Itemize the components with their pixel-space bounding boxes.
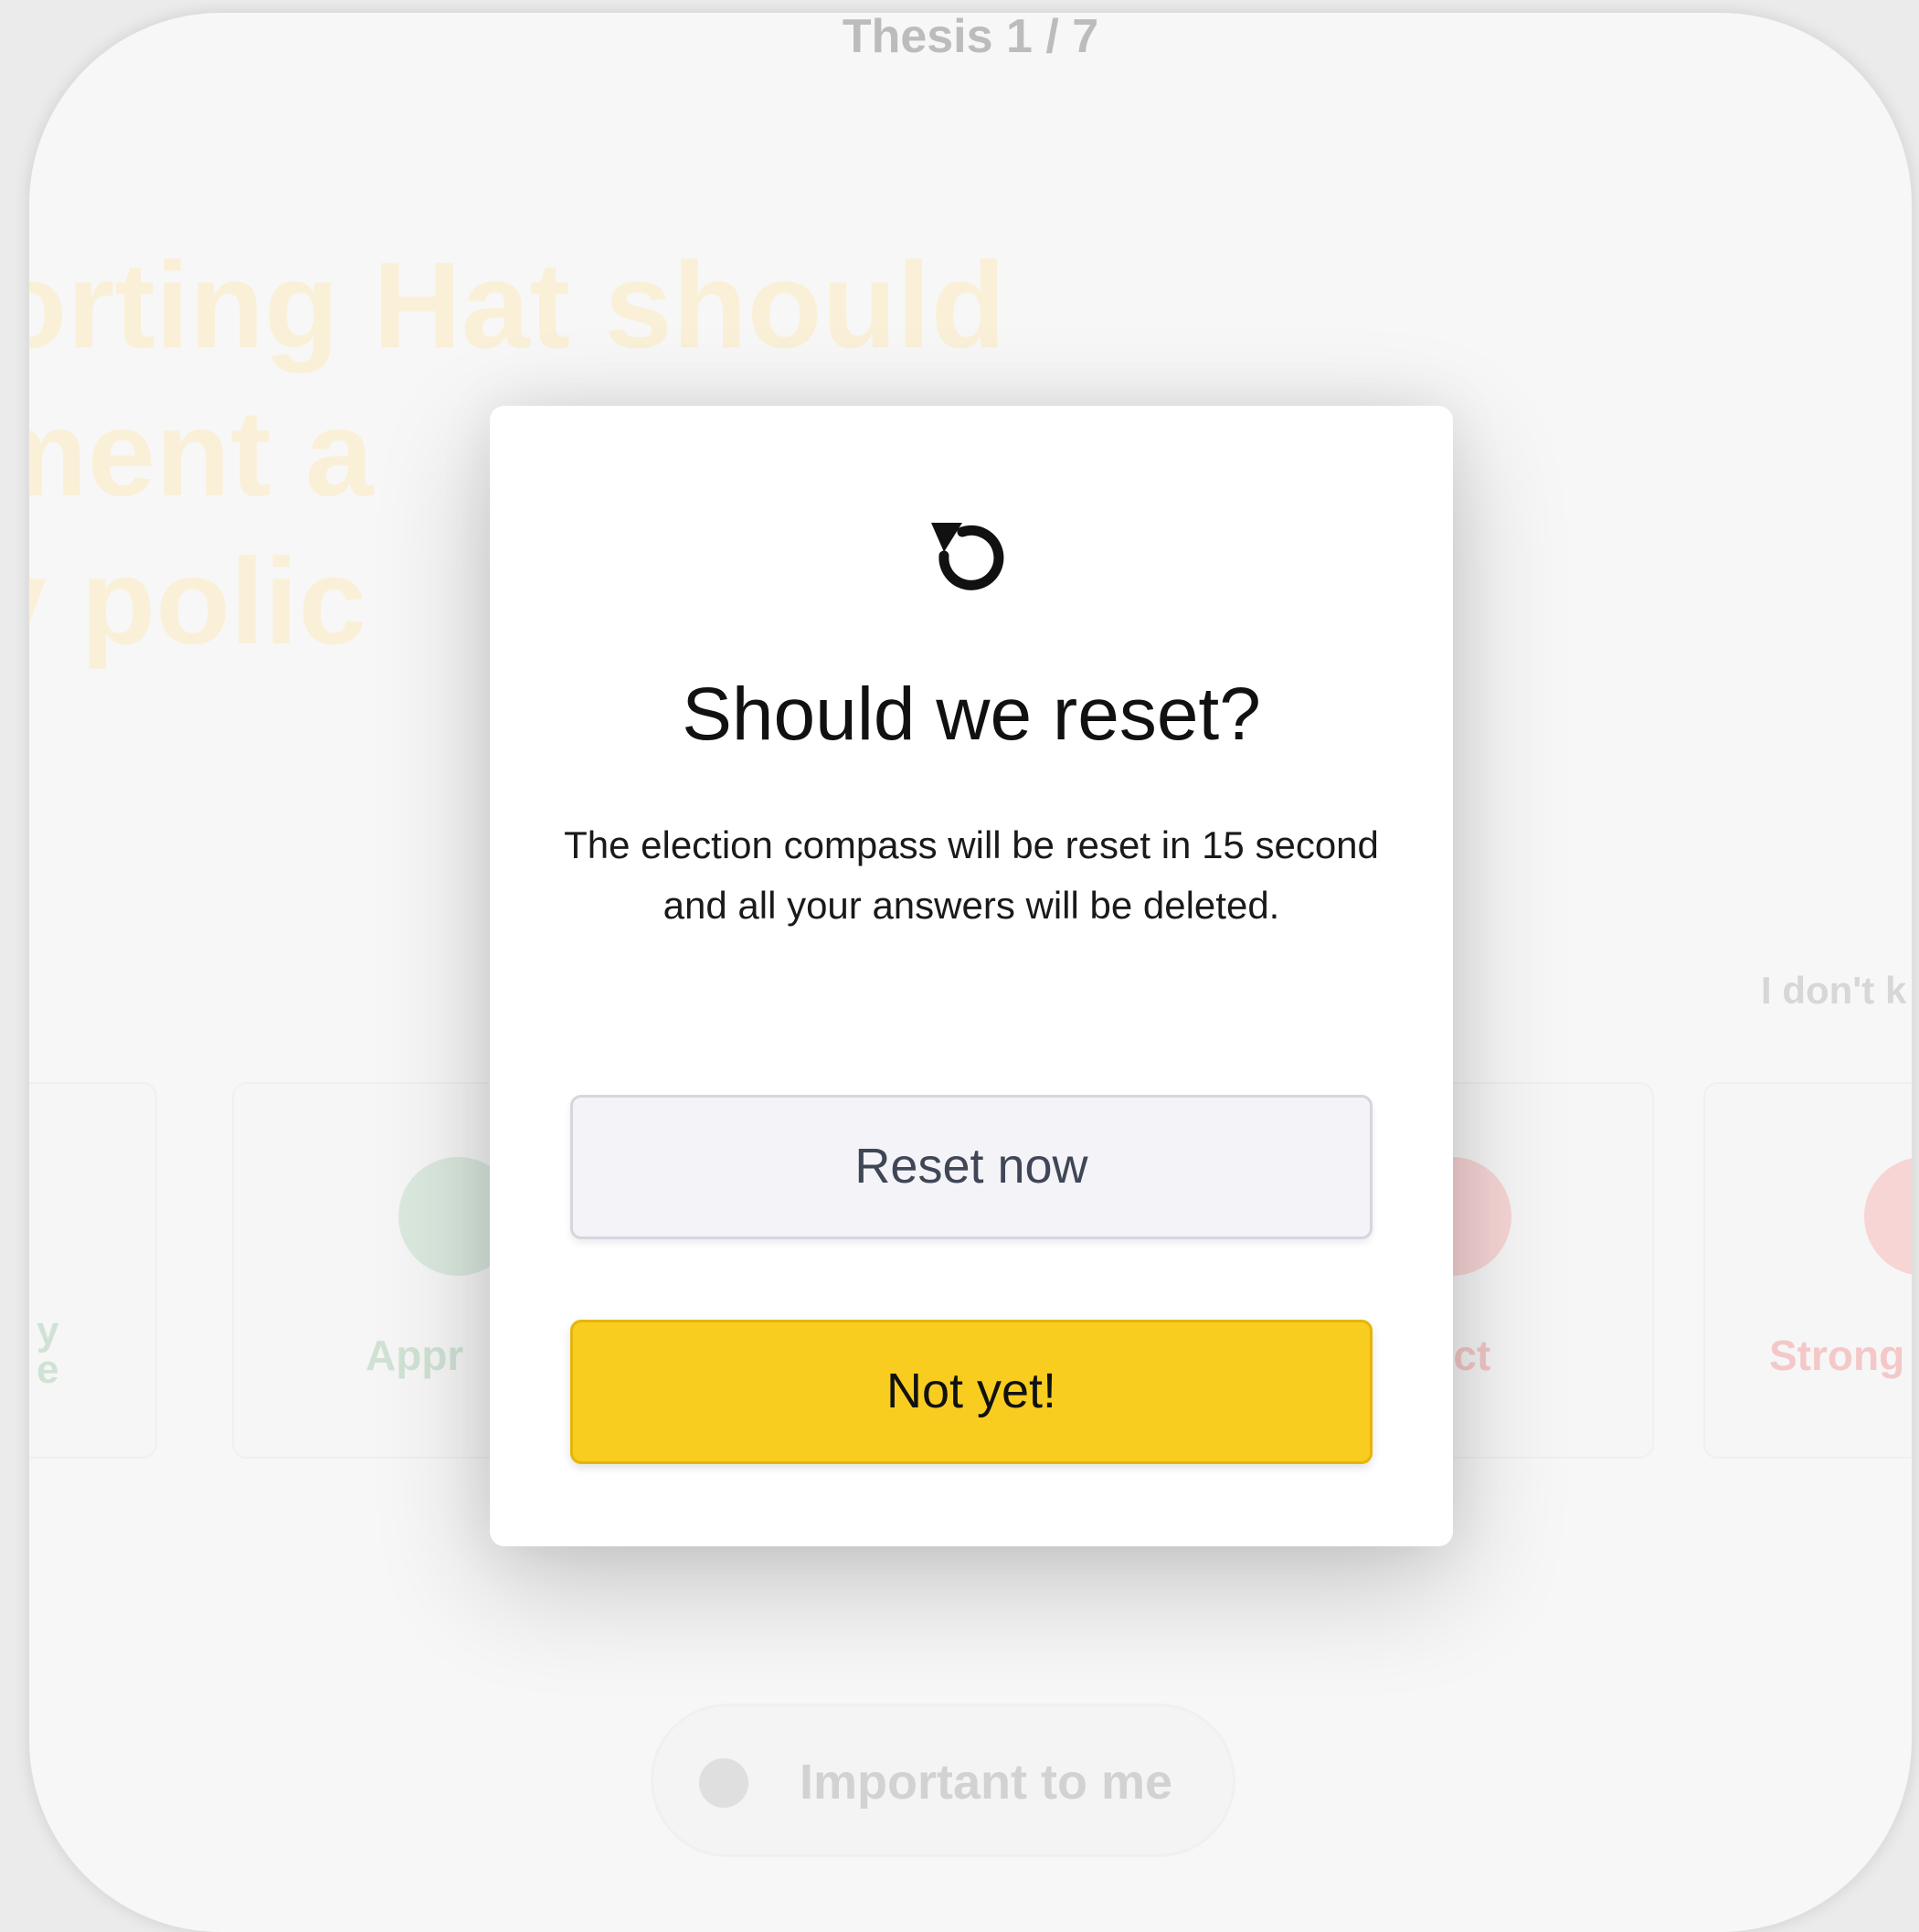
dialog-message: The election compass will be reset in 15… [564, 823, 1379, 927]
reset-dialog: Should we reset? The election compass wi… [490, 406, 1453, 1546]
reset-now-button[interactable]: Reset now [570, 1095, 1373, 1239]
dialog-title: Should we reset? [682, 673, 1261, 756]
reset-icon [931, 523, 1004, 590]
not-yet-button[interactable]: Not yet! [570, 1320, 1373, 1464]
app-frame: Thesis 1 / 7 Sorting Hat should ement a … [29, 13, 1912, 1932]
